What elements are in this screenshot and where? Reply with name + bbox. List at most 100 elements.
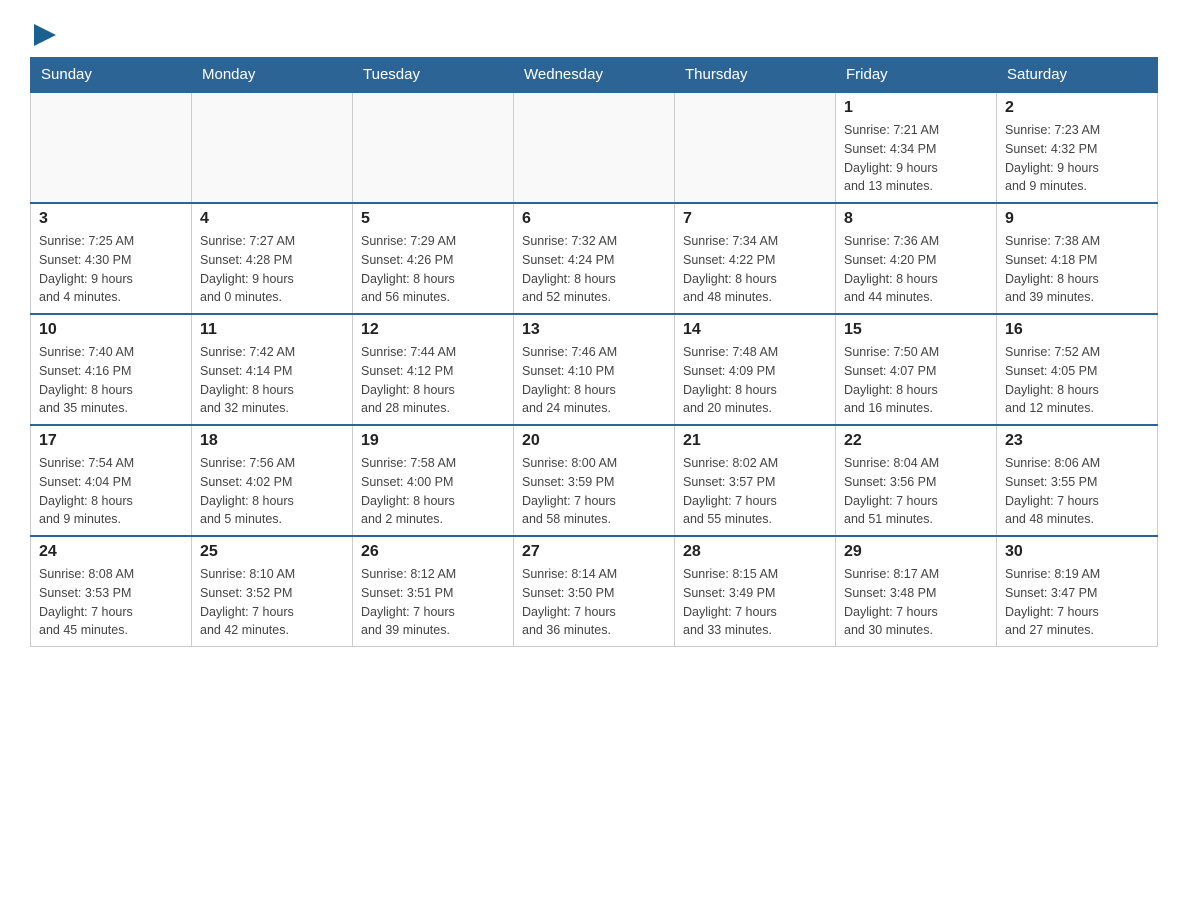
- day-info: Sunrise: 7:56 AM Sunset: 4:02 PM Dayligh…: [200, 454, 344, 529]
- day-number: 1: [844, 99, 988, 117]
- day-number: 20: [522, 432, 666, 450]
- day-number: 9: [1005, 210, 1149, 228]
- day-number: 30: [1005, 543, 1149, 561]
- calendar-cell: [31, 92, 192, 203]
- calendar-cell: 11 Sunrise: 7:42 AM Sunset: 4:14 PM Dayli…: [192, 314, 353, 425]
- calendar-cell: 3Sunrise: 7:25 AM Sunset: 4:30 PM Daylig…: [31, 203, 192, 314]
- day-number: 25: [200, 543, 344, 561]
- weekday-header-monday: Monday: [192, 58, 353, 93]
- day-info: Sunrise: 8:12 AM Sunset: 3:51 PM Dayligh…: [361, 565, 505, 640]
- weekday-header-wednesday: Wednesday: [514, 58, 675, 93]
- day-info: Sunrise: 7:58 AM Sunset: 4:00 PM Dayligh…: [361, 454, 505, 529]
- day-number: 16: [1005, 321, 1149, 339]
- day-number: 18: [200, 432, 344, 450]
- calendar-week-row: 3Sunrise: 7:25 AM Sunset: 4:30 PM Daylig…: [31, 203, 1158, 314]
- calendar-cell: 8 Sunrise: 7:36 AM Sunset: 4:20 PM Daylig…: [836, 203, 997, 314]
- calendar-cell: 4 Sunrise: 7:27 AM Sunset: 4:28 PM Daylig…: [192, 203, 353, 314]
- day-info: Sunrise: 7:46 AM Sunset: 4:10 PM Dayligh…: [522, 343, 666, 418]
- calendar-cell: [675, 92, 836, 203]
- day-number: 19: [361, 432, 505, 450]
- day-number: 2: [1005, 99, 1149, 117]
- day-number: 13: [522, 321, 666, 339]
- day-number: 5: [361, 210, 505, 228]
- calendar-cell: [192, 92, 353, 203]
- calendar-cell: 20 Sunrise: 8:00 AM Sunset: 3:59 PM Dayli…: [514, 425, 675, 536]
- day-info: Sunrise: 7:38 AM Sunset: 4:18 PM Dayligh…: [1005, 232, 1149, 307]
- calendar-cell: 1 Sunrise: 7:21 AM Sunset: 4:34 PM Daylig…: [836, 92, 997, 203]
- day-number: 23: [1005, 432, 1149, 450]
- calendar-cell: 26Sunrise: 8:12 AM Sunset: 3:51 PM Dayli…: [353, 536, 514, 647]
- calendar-week-row: 24 Sunrise: 8:08 AM Sunset: 3:53 PM Dayli…: [31, 536, 1158, 647]
- day-info: Sunrise: 7:36 AM Sunset: 4:20 PM Dayligh…: [844, 232, 988, 307]
- day-info: Sunrise: 8:00 AM Sunset: 3:59 PM Dayligh…: [522, 454, 666, 529]
- calendar-cell: 5 Sunrise: 7:29 AM Sunset: 4:26 PM Daylig…: [353, 203, 514, 314]
- day-info: Sunrise: 8:10 AM Sunset: 3:52 PM Dayligh…: [200, 565, 344, 640]
- day-number: 6: [522, 210, 666, 228]
- day-number: 11: [200, 321, 344, 339]
- calendar-cell: 28 Sunrise: 8:15 AM Sunset: 3:49 PM Dayli…: [675, 536, 836, 647]
- calendar-table: SundayMondayTuesdayWednesdayThursdayFrid…: [30, 57, 1158, 647]
- day-info: Sunrise: 8:04 AM Sunset: 3:56 PM Dayligh…: [844, 454, 988, 529]
- calendar-cell: 29 Sunrise: 8:17 AM Sunset: 3:48 PM Dayli…: [836, 536, 997, 647]
- calendar-cell: 10 Sunrise: 7:40 AM Sunset: 4:16 PM Dayli…: [31, 314, 192, 425]
- logo-arrow-icon: [34, 24, 56, 46]
- weekday-header-tuesday: Tuesday: [353, 58, 514, 93]
- calendar-cell: 13 Sunrise: 7:46 AM Sunset: 4:10 PM Dayli…: [514, 314, 675, 425]
- calendar-cell: 27Sunrise: 8:14 AM Sunset: 3:50 PM Dayli…: [514, 536, 675, 647]
- calendar-cell: 25 Sunrise: 8:10 AM Sunset: 3:52 PM Dayli…: [192, 536, 353, 647]
- day-info: Sunrise: 8:08 AM Sunset: 3:53 PM Dayligh…: [39, 565, 183, 640]
- calendar-week-row: 1 Sunrise: 7:21 AM Sunset: 4:34 PM Daylig…: [31, 92, 1158, 203]
- day-info: Sunrise: 7:52 AM Sunset: 4:05 PM Dayligh…: [1005, 343, 1149, 418]
- calendar-cell: 12Sunrise: 7:44 AM Sunset: 4:12 PM Dayli…: [353, 314, 514, 425]
- calendar-cell: 6 Sunrise: 7:32 AM Sunset: 4:24 PM Daylig…: [514, 203, 675, 314]
- calendar-cell: 14Sunrise: 7:48 AM Sunset: 4:09 PM Dayli…: [675, 314, 836, 425]
- day-number: 7: [683, 210, 827, 228]
- page-header: [30, 20, 1158, 47]
- calendar-cell: 22 Sunrise: 8:04 AM Sunset: 3:56 PM Dayli…: [836, 425, 997, 536]
- calendar-cell: 9 Sunrise: 7:38 AM Sunset: 4:18 PM Daylig…: [997, 203, 1158, 314]
- day-info: Sunrise: 8:02 AM Sunset: 3:57 PM Dayligh…: [683, 454, 827, 529]
- day-number: 8: [844, 210, 988, 228]
- calendar-cell: [514, 92, 675, 203]
- day-info: Sunrise: 7:54 AM Sunset: 4:04 PM Dayligh…: [39, 454, 183, 529]
- day-number: 27: [522, 543, 666, 561]
- day-info: Sunrise: 7:27 AM Sunset: 4:28 PM Dayligh…: [200, 232, 344, 307]
- calendar-cell: 17 Sunrise: 7:54 AM Sunset: 4:04 PM Dayli…: [31, 425, 192, 536]
- calendar-cell: 24 Sunrise: 8:08 AM Sunset: 3:53 PM Dayli…: [31, 536, 192, 647]
- day-info: Sunrise: 8:15 AM Sunset: 3:49 PM Dayligh…: [683, 565, 827, 640]
- calendar-cell: 23 Sunrise: 8:06 AM Sunset: 3:55 PM Dayli…: [997, 425, 1158, 536]
- day-info: Sunrise: 7:29 AM Sunset: 4:26 PM Dayligh…: [361, 232, 505, 307]
- day-number: 10: [39, 321, 183, 339]
- calendar-week-row: 17 Sunrise: 7:54 AM Sunset: 4:04 PM Dayli…: [31, 425, 1158, 536]
- day-info: Sunrise: 7:42 AM Sunset: 4:14 PM Dayligh…: [200, 343, 344, 418]
- day-number: 24: [39, 543, 183, 561]
- weekday-header-friday: Friday: [836, 58, 997, 93]
- calendar-cell: 15 Sunrise: 7:50 AM Sunset: 4:07 PM Dayli…: [836, 314, 997, 425]
- calendar-cell: 2 Sunrise: 7:23 AM Sunset: 4:32 PM Daylig…: [997, 92, 1158, 203]
- weekday-header-thursday: Thursday: [675, 58, 836, 93]
- day-info: Sunrise: 7:50 AM Sunset: 4:07 PM Dayligh…: [844, 343, 988, 418]
- day-info: Sunrise: 8:17 AM Sunset: 3:48 PM Dayligh…: [844, 565, 988, 640]
- weekday-header-saturday: Saturday: [997, 58, 1158, 93]
- calendar-cell: 16 Sunrise: 7:52 AM Sunset: 4:05 PM Dayli…: [997, 314, 1158, 425]
- day-info: Sunrise: 7:48 AM Sunset: 4:09 PM Dayligh…: [683, 343, 827, 418]
- calendar-cell: 18 Sunrise: 7:56 AM Sunset: 4:02 PM Dayli…: [192, 425, 353, 536]
- day-info: Sunrise: 8:06 AM Sunset: 3:55 PM Dayligh…: [1005, 454, 1149, 529]
- day-number: 3: [39, 210, 183, 228]
- day-info: Sunrise: 7:32 AM Sunset: 4:24 PM Dayligh…: [522, 232, 666, 307]
- day-number: 22: [844, 432, 988, 450]
- day-info: Sunrise: 7:44 AM Sunset: 4:12 PM Dayligh…: [361, 343, 505, 418]
- day-number: 28: [683, 543, 827, 561]
- day-info: Sunrise: 8:19 AM Sunset: 3:47 PM Dayligh…: [1005, 565, 1149, 640]
- day-info: Sunrise: 7:21 AM Sunset: 4:34 PM Dayligh…: [844, 121, 988, 196]
- weekday-header-sunday: Sunday: [31, 58, 192, 93]
- day-number: 4: [200, 210, 344, 228]
- calendar-header-row: SundayMondayTuesdayWednesdayThursdayFrid…: [31, 58, 1158, 93]
- day-number: 15: [844, 321, 988, 339]
- day-number: 29: [844, 543, 988, 561]
- day-info: Sunrise: 7:40 AM Sunset: 4:16 PM Dayligh…: [39, 343, 183, 418]
- day-number: 21: [683, 432, 827, 450]
- day-number: 17: [39, 432, 183, 450]
- day-info: Sunrise: 7:23 AM Sunset: 4:32 PM Dayligh…: [1005, 121, 1149, 196]
- calendar-cell: 19 Sunrise: 7:58 AM Sunset: 4:00 PM Dayli…: [353, 425, 514, 536]
